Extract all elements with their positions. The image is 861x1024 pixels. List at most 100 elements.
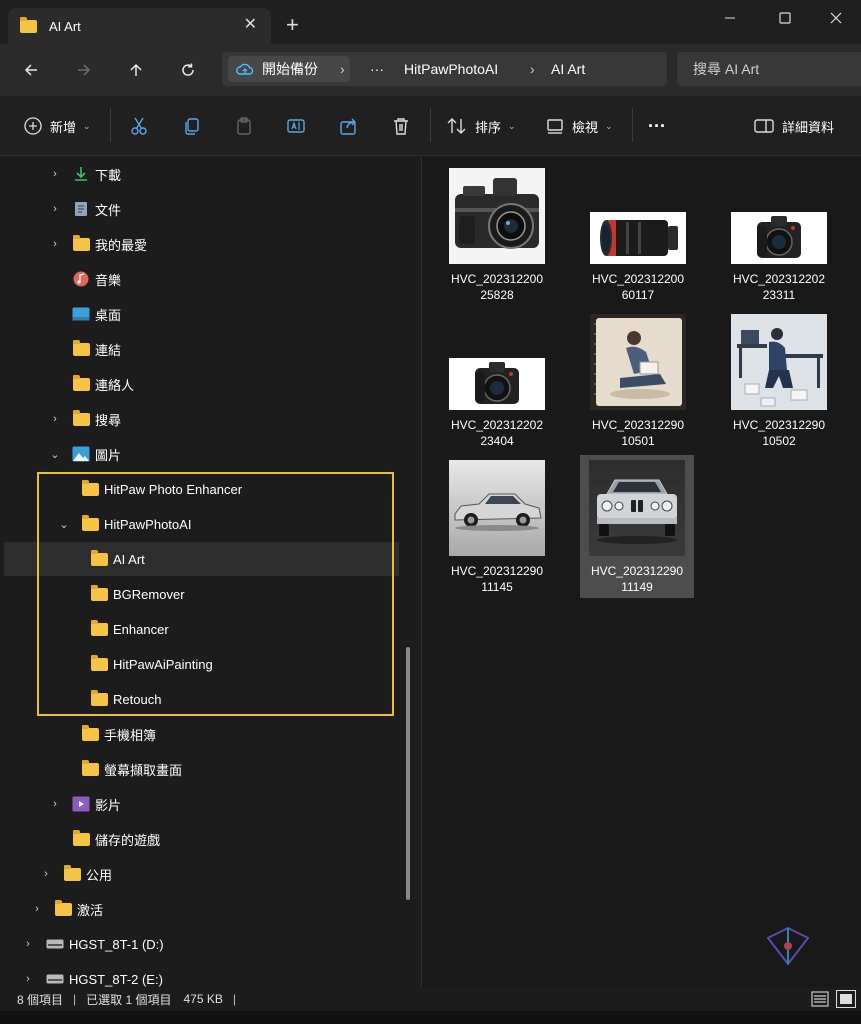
chevron-right-icon[interactable]: › — [48, 798, 62, 810]
file-name: HVC_202312290 11149 — [590, 564, 684, 594]
mirrorless-camera-thumbnail — [731, 212, 827, 264]
close-window-button[interactable] — [816, 4, 856, 32]
sidebar-item-videos[interactable]: › 影片 — [4, 787, 399, 821]
cut-button[interactable] — [129, 112, 149, 140]
sidebar-item-contacts[interactable]: 連絡人 — [4, 367, 399, 401]
breadcrumb-ai-art[interactable]: AI Art — [551, 61, 585, 77]
sidebar-item-links[interactable]: 連結 — [4, 332, 399, 366]
details-pane-button[interactable]: 詳細資料 — [754, 112, 834, 140]
sidebar-item-label: 影片 — [95, 797, 122, 813]
chevron-right-icon[interactable]: › — [48, 238, 62, 250]
breadcrumb-overflow[interactable]: ··· — [370, 61, 384, 77]
file-item[interactable]: HVC_202312290 10501 — [581, 311, 695, 453]
file-name: HVC_202312200 60117 — [591, 272, 685, 302]
rename-button[interactable] — [286, 112, 306, 140]
drive-icon — [46, 971, 64, 987]
silver-car-side-thumbnail — [449, 460, 545, 556]
file-name: HVC_202312290 10501 — [591, 418, 685, 448]
sidebar-item-label: 公用 — [86, 867, 113, 883]
folder-icon — [72, 339, 90, 357]
up-button[interactable] — [122, 56, 150, 84]
refresh-icon — [182, 63, 194, 76]
delete-button[interactable] — [391, 112, 411, 140]
breadcrumb-backup[interactable]: 開始備份 — [228, 56, 350, 82]
chevron-right-icon[interactable]: › — [48, 203, 62, 215]
sidebar-item-pictures[interactable]: ⌄ 圖片 — [4, 437, 399, 471]
sidebar-item-label: 連結 — [95, 342, 122, 358]
details-view-button[interactable] — [810, 990, 830, 1008]
minimize-icon — [725, 17, 735, 19]
copy-button[interactable] — [182, 112, 202, 140]
download-icon — [72, 166, 90, 182]
command-bar: 新增 ⌄ 排序 ⌄ 檢視 ⌄ ··· 詳細資料 — [0, 96, 861, 156]
search-input[interactable]: 搜尋 AI Art — [677, 52, 861, 86]
breadcrumb-backup-label: 開始備份 — [262, 61, 318, 77]
file-name: HVC_202312290 10502 — [732, 418, 826, 448]
file-item[interactable]: HVC_202312200 25828 — [440, 165, 554, 307]
file-item[interactable]: HVC_202312290 10502 — [722, 311, 836, 453]
sidebar-item-public[interactable]: › 公用 — [4, 857, 399, 891]
toolbar-divider — [632, 108, 633, 142]
sidebar-item-phone-album[interactable]: 手機相簿 — [4, 717, 399, 751]
file-item-selected[interactable]: HVC_202312290 11149 — [580, 455, 694, 598]
sidebar-item-searches[interactable]: › 搜尋 — [4, 402, 399, 436]
refresh-button[interactable] — [174, 56, 202, 84]
status-separator: | — [73, 992, 77, 1006]
chevron-down-icon[interactable]: ⌄ — [48, 448, 62, 461]
minimize-button[interactable] — [710, 4, 750, 32]
sidebar-item-label: 桌面 — [95, 307, 122, 323]
file-list: HVC_20231220025828 HVC_20231220060117 — [422, 157, 861, 987]
sidebar-item-drive-e[interactable]: › HGST_8T-2 (E:) — [4, 962, 399, 987]
bottom-edge — [0, 1011, 861, 1024]
more-options-button[interactable]: ··· — [648, 112, 666, 140]
chevron-right-icon[interactable]: › — [48, 168, 62, 180]
new-tab-button[interactable]: + — [286, 12, 299, 38]
sort-button[interactable]: 排序 ⌄ — [447, 112, 516, 140]
highlight-annotation — [37, 472, 394, 716]
thumbnail-view-button[interactable] — [836, 990, 856, 1008]
sidebar-item-drive-d[interactable]: › HGST_8T-1 (D:) — [4, 927, 399, 961]
chevron-right-icon[interactable]: › — [48, 413, 62, 425]
breadcrumb-hitpawphotoai[interactable]: HitPawPhotoAI — [404, 61, 498, 77]
lens-thumbnail — [590, 212, 686, 264]
chevron-right-icon[interactable]: › — [39, 868, 53, 880]
sidebar-item-downloads[interactable]: › 下載 — [4, 157, 399, 191]
navigation-pane: › 下載 › 文件 › 我的最愛 音樂 桌面 連結 連絡人 › 搜尋 ⌄ 圖片 — [0, 157, 421, 987]
sidebar-item-label: 激活 — [77, 902, 104, 918]
silver-car-front-thumbnail — [589, 460, 685, 556]
sidebar-item-saved-games[interactable]: 儲存的遊戲 — [4, 822, 399, 856]
forward-button[interactable] — [70, 56, 98, 84]
file-item[interactable]: HVC_202312290 11145 — [440, 457, 554, 599]
sidebar-item-desktop[interactable]: 桌面 — [4, 297, 399, 331]
back-button[interactable] — [17, 56, 45, 84]
new-button[interactable]: 新增 ⌄ — [24, 112, 91, 140]
tab-ai-art[interactable]: AI Art ✕ — [8, 8, 271, 44]
view-button[interactable]: 檢視 ⌄ — [546, 112, 613, 140]
address-bar[interactable]: 開始備份 › ··· HitPawPhotoAI › AI Art — [222, 52, 667, 86]
sidebar-item-documents[interactable]: › 文件 — [4, 192, 399, 226]
chevron-down-icon: ⌄ — [605, 120, 613, 131]
sidebar-item-activate[interactable]: › 激活 — [4, 892, 399, 926]
file-item[interactable]: HVC_202312200 60117 — [581, 165, 695, 307]
maximize-button[interactable] — [765, 4, 805, 32]
sidebar-item-favorites[interactable]: › 我的最愛 — [4, 227, 399, 261]
paste-button[interactable] — [234, 112, 254, 140]
sidebar-scrollbar[interactable] — [406, 647, 410, 900]
file-item[interactable]: HVC_202312202 23311 — [722, 165, 836, 307]
view-button-label: 檢視 — [572, 119, 599, 135]
folder-icon — [81, 724, 99, 742]
chevron-right-icon[interactable]: › — [21, 973, 35, 985]
sidebar-item-label: HGST_8T-2 (E:) — [69, 971, 163, 987]
details-pane-label: 詳細資料 — [782, 119, 835, 135]
music-icon — [72, 271, 90, 287]
chevron-right-icon[interactable]: › — [30, 903, 44, 915]
new-button-label: 新增 — [50, 119, 77, 135]
file-item[interactable]: HVC_202312202 23404 — [440, 311, 554, 453]
close-tab-button[interactable]: ✕ — [244, 16, 257, 34]
share-button[interactable] — [339, 112, 359, 140]
sidebar-item-music[interactable]: 音樂 — [4, 262, 399, 296]
sidebar-item-screenshots[interactable]: 螢幕擷取畫面 — [4, 752, 399, 786]
mirrorless-camera-thumbnail — [449, 358, 545, 410]
up-arrow-icon — [130, 63, 142, 76]
chevron-right-icon[interactable]: › — [21, 938, 35, 950]
